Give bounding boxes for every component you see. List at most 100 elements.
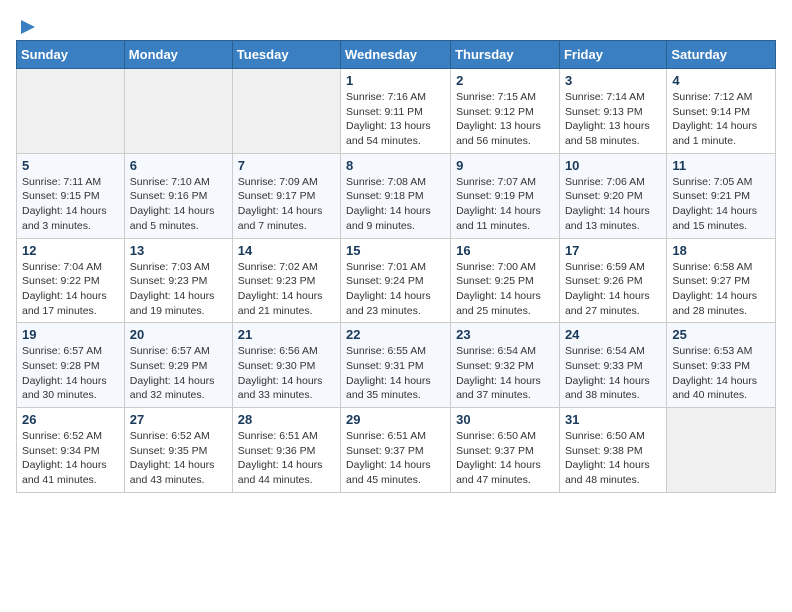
day-info: Sunrise: 6:52 AM Sunset: 9:34 PM Dayligh…: [22, 429, 119, 488]
day-number: 23: [456, 327, 554, 342]
page-header: [16, 16, 776, 32]
day-number: 7: [238, 158, 335, 173]
calendar-cell: 10 Sunrise: 7:06 AM Sunset: 9:20 PM Dayli…: [559, 153, 666, 238]
calendar-cell: 28 Sunrise: 6:51 AM Sunset: 9:36 PM Dayli…: [232, 408, 340, 493]
day-info: Sunrise: 6:54 AM Sunset: 9:33 PM Dayligh…: [565, 344, 661, 403]
calendar-body: 1 Sunrise: 7:16 AM Sunset: 9:11 PM Daylig…: [17, 69, 776, 493]
day-number: 22: [346, 327, 445, 342]
day-number: 1: [346, 73, 445, 88]
calendar-cell: 4 Sunrise: 7:12 AM Sunset: 9:14 PM Daylig…: [667, 69, 776, 154]
day-number: 10: [565, 158, 661, 173]
calendar-cell: 12 Sunrise: 7:04 AM Sunset: 9:22 PM Dayli…: [17, 238, 125, 323]
day-number: 26: [22, 412, 119, 427]
day-info: Sunrise: 7:03 AM Sunset: 9:23 PM Dayligh…: [130, 260, 227, 319]
calendar-week-row: 5Sunrise: 7:11 AM Sunset: 9:15 PM Daylig…: [17, 153, 776, 238]
day-info: Sunrise: 7:05 AM Sunset: 9:21 PM Dayligh…: [672, 175, 770, 234]
day-info: Sunrise: 6:53 AM Sunset: 9:33 PM Dayligh…: [672, 344, 770, 403]
calendar-table: SundayMondayTuesdayWednesdayThursdayFrid…: [16, 40, 776, 493]
calendar-cell: 14 Sunrise: 7:02 AM Sunset: 9:23 PM Dayli…: [232, 238, 340, 323]
calendar-cell: 1 Sunrise: 7:16 AM Sunset: 9:11 PM Daylig…: [341, 69, 451, 154]
weekday-header-sunday: Sunday: [17, 41, 125, 69]
day-number: 28: [238, 412, 335, 427]
day-info: Sunrise: 7:08 AM Sunset: 9:18 PM Dayligh…: [346, 175, 445, 234]
weekday-header-friday: Friday: [559, 41, 666, 69]
day-number: 4: [672, 73, 770, 88]
day-info: Sunrise: 6:55 AM Sunset: 9:31 PM Dayligh…: [346, 344, 445, 403]
day-number: 11: [672, 158, 770, 173]
day-info: Sunrise: 6:52 AM Sunset: 9:35 PM Dayligh…: [130, 429, 227, 488]
day-number: 8: [346, 158, 445, 173]
day-number: 14: [238, 243, 335, 258]
day-info: Sunrise: 6:59 AM Sunset: 9:26 PM Dayligh…: [565, 260, 661, 319]
day-number: 31: [565, 412, 661, 427]
day-number: 9: [456, 158, 554, 173]
day-info: Sunrise: 6:54 AM Sunset: 9:32 PM Dayligh…: [456, 344, 554, 403]
logo-arrow-icon: [17, 16, 39, 38]
calendar-cell: 3Sunrise: 7:14 AM Sunset: 9:13 PM Daylig…: [559, 69, 666, 154]
day-info: Sunrise: 6:51 AM Sunset: 9:36 PM Dayligh…: [238, 429, 335, 488]
logo: [16, 16, 39, 32]
day-info: Sunrise: 6:51 AM Sunset: 9:37 PM Dayligh…: [346, 429, 445, 488]
calendar-week-row: 1 Sunrise: 7:16 AM Sunset: 9:11 PM Daylig…: [17, 69, 776, 154]
day-number: 19: [22, 327, 119, 342]
day-number: 25: [672, 327, 770, 342]
day-info: Sunrise: 7:02 AM Sunset: 9:23 PM Dayligh…: [238, 260, 335, 319]
calendar-cell: [17, 69, 125, 154]
day-number: 27: [130, 412, 227, 427]
day-info: Sunrise: 7:15 AM Sunset: 9:12 PM Dayligh…: [456, 90, 554, 149]
day-info: Sunrise: 7:11 AM Sunset: 9:15 PM Dayligh…: [22, 175, 119, 234]
calendar-cell: 30 Sunrise: 6:50 AM Sunset: 9:37 PM Dayli…: [451, 408, 560, 493]
day-info: Sunrise: 7:16 AM Sunset: 9:11 PM Dayligh…: [346, 90, 445, 149]
day-info: Sunrise: 7:14 AM Sunset: 9:13 PM Dayligh…: [565, 90, 661, 149]
day-info: Sunrise: 7:04 AM Sunset: 9:22 PM Dayligh…: [22, 260, 119, 319]
calendar-cell: 18 Sunrise: 6:58 AM Sunset: 9:27 PM Dayli…: [667, 238, 776, 323]
calendar-week-row: 19 Sunrise: 6:57 AM Sunset: 9:28 PM Dayli…: [17, 323, 776, 408]
day-info: Sunrise: 7:12 AM Sunset: 9:14 PM Dayligh…: [672, 90, 770, 149]
calendar-cell: 13Sunrise: 7:03 AM Sunset: 9:23 PM Dayli…: [124, 238, 232, 323]
day-info: Sunrise: 7:00 AM Sunset: 9:25 PM Dayligh…: [456, 260, 554, 319]
calendar-cell: 20 Sunrise: 6:57 AM Sunset: 9:29 PM Dayli…: [124, 323, 232, 408]
day-number: 29: [346, 412, 445, 427]
day-info: Sunrise: 6:57 AM Sunset: 9:29 PM Dayligh…: [130, 344, 227, 403]
day-info: Sunrise: 7:06 AM Sunset: 9:20 PM Dayligh…: [565, 175, 661, 234]
weekday-header-wednesday: Wednesday: [341, 41, 451, 69]
calendar-cell: 8 Sunrise: 7:08 AM Sunset: 9:18 PM Daylig…: [341, 153, 451, 238]
calendar-cell: [124, 69, 232, 154]
calendar-cell: 25 Sunrise: 6:53 AM Sunset: 9:33 PM Dayli…: [667, 323, 776, 408]
day-info: Sunrise: 7:09 AM Sunset: 9:17 PM Dayligh…: [238, 175, 335, 234]
calendar-cell: 5Sunrise: 7:11 AM Sunset: 9:15 PM Daylig…: [17, 153, 125, 238]
day-number: 18: [672, 243, 770, 258]
weekday-header-row: SundayMondayTuesdayWednesdayThursdayFrid…: [17, 41, 776, 69]
calendar-cell: 19 Sunrise: 6:57 AM Sunset: 9:28 PM Dayli…: [17, 323, 125, 408]
calendar-week-row: 12 Sunrise: 7:04 AM Sunset: 9:22 PM Dayli…: [17, 238, 776, 323]
weekday-header-tuesday: Tuesday: [232, 41, 340, 69]
day-number: 16: [456, 243, 554, 258]
calendar-cell: 6Sunrise: 7:10 AM Sunset: 9:16 PM Daylig…: [124, 153, 232, 238]
calendar-cell: [667, 408, 776, 493]
calendar-cell: 21 Sunrise: 6:56 AM Sunset: 9:30 PM Dayli…: [232, 323, 340, 408]
calendar-cell: 2Sunrise: 7:15 AM Sunset: 9:12 PM Daylig…: [451, 69, 560, 154]
calendar-cell: 17Sunrise: 6:59 AM Sunset: 9:26 PM Dayli…: [559, 238, 666, 323]
day-info: Sunrise: 7:07 AM Sunset: 9:19 PM Dayligh…: [456, 175, 554, 234]
calendar-cell: 7 Sunrise: 7:09 AM Sunset: 9:17 PM Daylig…: [232, 153, 340, 238]
day-info: Sunrise: 6:50 AM Sunset: 9:37 PM Dayligh…: [456, 429, 554, 488]
calendar-cell: 9 Sunrise: 7:07 AM Sunset: 9:19 PM Daylig…: [451, 153, 560, 238]
day-info: Sunrise: 6:58 AM Sunset: 9:27 PM Dayligh…: [672, 260, 770, 319]
calendar-cell: 11 Sunrise: 7:05 AM Sunset: 9:21 PM Dayli…: [667, 153, 776, 238]
calendar-cell: 23 Sunrise: 6:54 AM Sunset: 9:32 PM Dayli…: [451, 323, 560, 408]
calendar-cell: [232, 69, 340, 154]
calendar-header: SundayMondayTuesdayWednesdayThursdayFrid…: [17, 41, 776, 69]
weekday-header-thursday: Thursday: [451, 41, 560, 69]
day-number: 30: [456, 412, 554, 427]
day-info: Sunrise: 7:01 AM Sunset: 9:24 PM Dayligh…: [346, 260, 445, 319]
calendar-cell: 22 Sunrise: 6:55 AM Sunset: 9:31 PM Dayli…: [341, 323, 451, 408]
day-number: 24: [565, 327, 661, 342]
calendar-cell: 27 Sunrise: 6:52 AM Sunset: 9:35 PM Dayli…: [124, 408, 232, 493]
day-info: Sunrise: 6:56 AM Sunset: 9:30 PM Dayligh…: [238, 344, 335, 403]
day-number: 12: [22, 243, 119, 258]
day-number: 21: [238, 327, 335, 342]
calendar-cell: 26 Sunrise: 6:52 AM Sunset: 9:34 PM Dayli…: [17, 408, 125, 493]
day-info: Sunrise: 6:57 AM Sunset: 9:28 PM Dayligh…: [22, 344, 119, 403]
day-number: 20: [130, 327, 227, 342]
day-info: Sunrise: 7:10 AM Sunset: 9:16 PM Dayligh…: [130, 175, 227, 234]
